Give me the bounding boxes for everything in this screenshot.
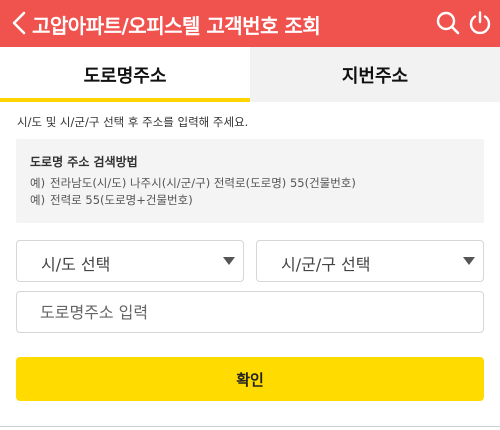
search-button[interactable] <box>435 10 461 36</box>
sigungu-select[interactable]: 시/군/구 선택 <box>256 240 484 282</box>
sigungu-select-value: 시/군/구 선택 <box>281 255 371 274</box>
guide-example: 예) 전력로 55(도로명+건물번호) <box>30 192 193 208</box>
tab-lot-address[interactable]: 지번주소 <box>250 47 500 102</box>
example-text: 전력로 55(도로명+건물번호) <box>50 193 193 207</box>
app-header: 고압아파트/오피스텔 고객번호 조회 <box>0 0 500 47</box>
example-text: 전라남도(시/도) 나주시(시/군/구) 전력로(도로명) 55(건물번호) <box>50 176 356 190</box>
search-icon[interactable] <box>435 10 461 36</box>
instruction-text: 시/도 및 시/군/구 선택 후 주소를 입력해 주세요. <box>17 115 249 129</box>
example-prefix: 예) <box>30 193 46 207</box>
example-prefix: 예) <box>30 176 46 190</box>
page-title: 고압아파트/오피스텔 고객번호 조회 <box>32 14 321 38</box>
sido-select[interactable]: 시/도 선택 <box>16 240 244 282</box>
tab-road-address[interactable]: 도로명주소 <box>0 47 250 102</box>
tab-lot-address-label: 지번주소 <box>341 65 409 87</box>
caret-down-icon <box>463 257 475 265</box>
guide-example: 예) 전라남도(시/도) 나주시(시/군/구) 전력로(도로명) 55(건물번호) <box>30 175 356 191</box>
road-address-input[interactable] <box>16 291 484 333</box>
active-tab-indicator <box>0 98 250 102</box>
sido-select-value: 시/도 선택 <box>41 255 111 274</box>
caret-down-icon <box>223 257 235 265</box>
back-button[interactable] <box>8 9 32 37</box>
bottom-divider <box>0 426 500 427</box>
power-icon[interactable] <box>467 10 493 36</box>
address-type-tabs: 도로명주소 지번주소 <box>0 47 500 102</box>
tab-road-address-label: 도로명주소 <box>83 65 167 87</box>
chevron-left-icon[interactable] <box>8 9 32 37</box>
power-button[interactable] <box>467 10 493 36</box>
guide-title: 도로명 주소 검색방법 <box>30 155 138 169</box>
search-guide-box: 도로명 주소 검색방법 예) 전라남도(시/도) 나주시(시/군/구) 전력로(도… <box>16 139 484 223</box>
confirm-button[interactable]: 확인 <box>16 357 484 401</box>
